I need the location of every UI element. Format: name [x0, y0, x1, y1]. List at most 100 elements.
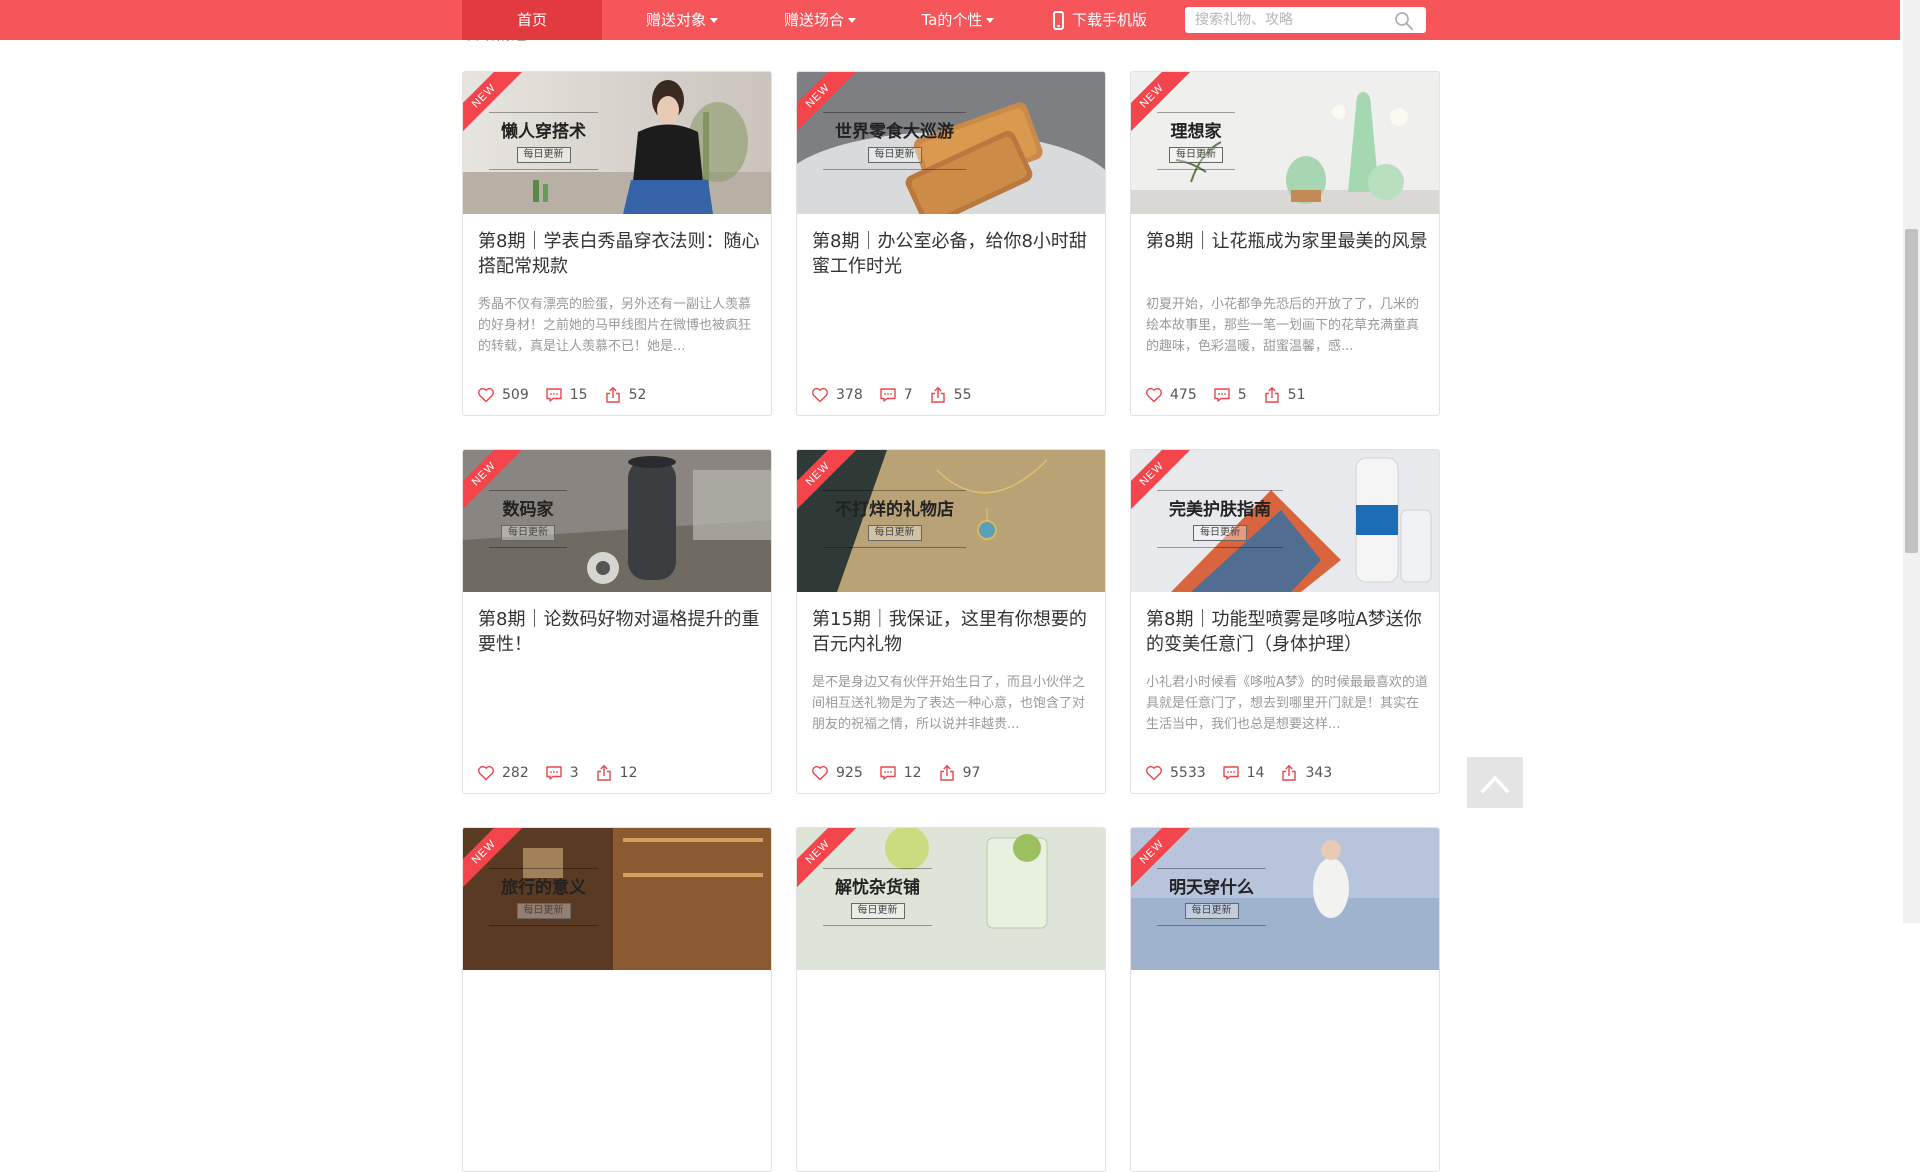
article-card[interactable]: NEW 旅行的意义 每日更新	[462, 827, 772, 1172]
nav-home[interactable]: 首页	[462, 0, 602, 40]
article-stats: 282 3 12	[477, 763, 653, 783]
like-button[interactable]: 509	[477, 386, 529, 404]
column-badge: 明天穿什么 每日更新	[1157, 868, 1266, 926]
share-count: 52	[628, 387, 647, 403]
like-count: 509	[502, 387, 529, 403]
share-icon	[596, 764, 611, 781]
column-name: 世界零食大巡游	[835, 122, 954, 142]
article-summary: 是不是身边又有伙伴开始生日了，而且小伙伴之间相互送礼物是为了表达一种心意，也饱含…	[812, 675, 1086, 732]
comment-button[interactable]: 5	[1213, 386, 1247, 404]
like-button[interactable]: 282	[477, 764, 529, 782]
like-count: 925	[836, 765, 863, 781]
comment-icon	[1214, 388, 1230, 402]
like-button[interactable]: 5533	[1145, 764, 1206, 782]
article-card[interactable]: NEW 不打烊的礼物店 每日更新 第15期｜我保证，这里有你想要的百元内礼物 是…	[796, 449, 1106, 794]
page-scrollbar[interactable]	[1903, 0, 1920, 923]
like-count: 5533	[1170, 765, 1206, 781]
comment-count: 3	[569, 765, 579, 781]
comment-icon	[546, 766, 562, 780]
column-name: 完美护肤指南	[1169, 500, 1271, 520]
article-title[interactable]: 第8期｜办公室必备，给你8小时甜蜜工作时光	[812, 229, 1094, 279]
article-card[interactable]: NEW 懒人穿搭术 每日更新 第8期｜学表白秀晶穿衣法则：随心搭配常规款 秀晶不…	[462, 71, 772, 416]
share-count: 343	[1305, 765, 1333, 781]
column-update-tag: 每日更新	[516, 903, 571, 919]
column-update-tag: 每日更新	[1169, 147, 1223, 163]
download-app-label: 下载手机版	[1071, 11, 1147, 29]
comment-count: 15	[569, 387, 588, 403]
column-badge: 懒人穿搭术 每日更新	[489, 112, 598, 170]
column-update-tag: 每日更新	[516, 147, 571, 163]
article-card[interactable]: NEW 解忧杂货铺 每日更新	[796, 827, 1106, 1172]
like-count: 475	[1170, 387, 1197, 403]
share-button[interactable]: 51	[1263, 386, 1306, 404]
share-icon	[930, 386, 945, 403]
column-name: 数码家	[502, 500, 554, 520]
article-card[interactable]: NEW 理想家 每日更新 第8期｜让花瓶成为家里最美的风景 初夏开始，小花都争先…	[1130, 71, 1440, 416]
article-cover-image: NEW 完美护肤指南 每日更新	[1131, 450, 1439, 592]
article-title[interactable]: 第8期｜学表白秀晶穿衣法则：随心搭配常规款	[478, 229, 760, 279]
article-title[interactable]: 第8期｜功能型喷雾是哆啦A梦送你的变美任意门（身体护理）	[1146, 607, 1428, 657]
column-name: 解忧杂货铺	[835, 878, 920, 898]
article-cover-image: NEW 理想家 每日更新	[1131, 72, 1439, 214]
like-count: 378	[836, 387, 863, 403]
column-update-tag: 每日更新	[850, 903, 905, 919]
comment-icon	[1222, 766, 1239, 780]
article-card[interactable]: NEW 数码家 每日更新 第8期｜论数码好物对逼格提升的重要性！ 282 3 1…	[462, 449, 772, 794]
article-card[interactable]: NEW 完美护肤指南 每日更新 第8期｜功能型喷雾是哆啦A梦送你的变美任意门（身…	[1130, 449, 1440, 794]
nav-recipient-label: 赠送对象	[645, 11, 706, 29]
heart-icon	[1146, 765, 1162, 781]
column-name: 旅行的意义	[501, 878, 586, 898]
share-icon	[605, 386, 620, 403]
search-input[interactable]	[1185, 7, 1395, 33]
article-cover-image: NEW 旅行的意义 每日更新	[463, 828, 771, 970]
article-stats: 509 15 52	[477, 385, 662, 405]
like-button[interactable]: 378	[811, 386, 863, 404]
search-icon[interactable]	[1394, 11, 1414, 31]
comment-icon	[880, 388, 896, 402]
article-title[interactable]: 第8期｜论数码好物对逼格提升的重要性！	[478, 607, 760, 657]
download-app-link[interactable]: 下载手机版	[1040, 0, 1160, 40]
comment-button[interactable]: 14	[1222, 764, 1264, 782]
comment-button[interactable]: 7	[879, 386, 913, 404]
share-button[interactable]: 97	[938, 764, 980, 782]
column-update-tag: 每日更新	[867, 525, 922, 541]
share-button[interactable]: 343	[1280, 764, 1332, 782]
share-button[interactable]: 12	[595, 764, 638, 782]
article-card[interactable]: NEW 明天穿什么 每日更新	[1130, 827, 1440, 1172]
comment-count: 7	[903, 387, 913, 403]
column-badge: 数码家 每日更新	[489, 490, 567, 548]
column-update-tag: 每日更新	[1193, 525, 1247, 541]
nav-recipient-dropdown[interactable]: 赠送对象	[622, 0, 742, 40]
column-badge: 世界零食大巡游 每日更新	[823, 112, 966, 170]
article-cover-image: NEW 解忧杂货铺 每日更新	[797, 828, 1105, 970]
article-summary: 初夏开始，小花都争先恐后的开放了了，几米的绘本故事里，那些一笔一划画下的花草充满…	[1146, 297, 1420, 354]
article-summary: 小礼君小时候看《哆啦A梦》的时候最最喜欢的道具就是任意门了，想去到哪里开门就是！…	[1146, 675, 1428, 732]
chevron-down-icon	[848, 18, 856, 23]
share-count: 51	[1287, 387, 1306, 403]
like-button[interactable]: 475	[1145, 386, 1197, 404]
share-button[interactable]: 55	[929, 386, 971, 404]
nav-occasion-dropdown[interactable]: 赠送场合	[760, 0, 880, 40]
heart-icon	[812, 765, 828, 781]
article-cover-image: NEW 懒人穿搭术 每日更新	[463, 72, 771, 214]
share-button[interactable]: 52	[604, 386, 647, 404]
article-title[interactable]: 第15期｜我保证，这里有你想要的百元内礼物	[812, 607, 1094, 657]
article-summary: 秀晶不仅有漂亮的脸蛋，另外还有一副让人羡慕的好身材！之前她的马甲线图片在微博也被…	[478, 297, 752, 354]
comment-button[interactable]: 15	[545, 386, 588, 404]
nav-personality-dropdown[interactable]: Ta的个性	[898, 0, 1018, 40]
column-badge: 解忧杂货铺 每日更新	[823, 868, 932, 926]
heart-icon	[812, 387, 828, 403]
comment-button[interactable]: 12	[879, 764, 922, 782]
article-card[interactable]: NEW 世界零食大巡游 每日更新 第8期｜办公室必备，给你8小时甜蜜工作时光 3…	[796, 71, 1106, 416]
comment-button[interactable]: 3	[545, 764, 579, 782]
heart-icon	[478, 765, 494, 781]
article-cover-image: NEW 明天穿什么 每日更新	[1131, 828, 1439, 970]
scrollbar-thumb[interactable]	[1905, 229, 1918, 553]
chevron-down-icon	[710, 18, 718, 23]
like-button[interactable]: 925	[811, 764, 863, 782]
back-to-top-button[interactable]	[1467, 757, 1523, 808]
share-count: 12	[619, 765, 638, 781]
article-stats: 925 12 97	[811, 763, 996, 783]
column-update-tag: 每日更新	[867, 147, 922, 163]
article-title[interactable]: 第8期｜让花瓶成为家里最美的风景	[1146, 229, 1428, 254]
